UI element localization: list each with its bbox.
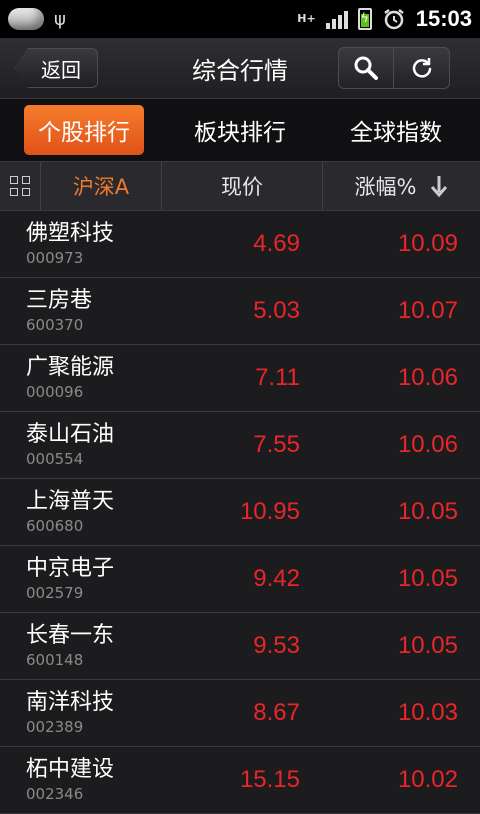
usb-icon: ψ [54, 8, 66, 30]
stock-price: 7.11 [255, 364, 300, 391]
title-bar: 返回 综合行情 [0, 38, 480, 99]
market-selector[interactable]: 沪深A [41, 162, 162, 210]
stock-code: 000554 [26, 450, 84, 468]
category-tabs: 个股排行 板块排行 全球指数 [0, 99, 480, 161]
stock-list: 佛塑科技 000973 4.69 10.09 三房巷 600370 5.03 10.… [0, 211, 480, 814]
search-icon [354, 56, 378, 80]
refresh-button[interactable] [394, 47, 450, 89]
status-clock: 15:03 [415, 6, 472, 31]
alarm-clock-icon [383, 9, 404, 30]
stock-price: 15.15 [239, 766, 300, 793]
search-button[interactable] [338, 47, 394, 89]
stock-code: 600148 [26, 651, 84, 669]
stock-price: 9.53 [253, 632, 300, 659]
stock-name: 上海普天 [26, 489, 115, 514]
stock-name: 南洋科技 [26, 690, 115, 715]
sort-down-arrow-icon [431, 176, 448, 198]
stock-code: 002579 [26, 584, 84, 602]
tab-stock-ranking[interactable]: 个股排行 [24, 105, 144, 155]
table-row[interactable]: 泰山石油 000554 7.55 10.06 [0, 412, 480, 479]
price-column-header[interactable]: 现价 [162, 162, 323, 210]
back-button[interactable]: 返回 [14, 48, 98, 88]
battery-charging-icon: ϟ [357, 8, 372, 30]
stock-name: 长春一东 [26, 623, 115, 648]
stock-price: 10.95 [239, 498, 300, 525]
stock-change: 10.09 [397, 230, 458, 257]
stock-price: 9.42 [253, 565, 300, 592]
network-type-label: H+ [297, 12, 316, 25]
table-row[interactable]: 长春一东 600148 9.53 10.05 [0, 613, 480, 680]
stock-change: 10.06 [397, 364, 458, 391]
stock-price: 8.67 [253, 699, 300, 726]
stock-code: 002389 [26, 718, 84, 736]
grid-icon [10, 176, 30, 196]
table-row[interactable]: 中京电子 002579 9.42 10.05 [0, 546, 480, 613]
stock-code: 002346 [26, 785, 84, 803]
stock-change: 10.03 [397, 699, 458, 726]
refresh-icon [412, 58, 431, 78]
stock-name: 三房巷 [26, 288, 93, 313]
table-row[interactable]: 广聚能源 000096 7.11 10.06 [0, 345, 480, 412]
stock-price: 5.03 [253, 297, 300, 324]
status-bar: ψ H+ ϟ 15:03 [0, 0, 480, 38]
stock-change: 10.05 [397, 632, 458, 659]
tab-sector-ranking[interactable]: 板块排行 [180, 105, 300, 155]
table-header: 沪深A 现价 涨幅% [0, 161, 480, 211]
table-row[interactable]: 柘中建设 002346 15.15 10.02 [0, 747, 480, 814]
stock-code: 600370 [26, 316, 84, 334]
stock-name: 中京电子 [26, 556, 115, 581]
grid-menu-button[interactable] [0, 162, 41, 210]
change-column-header[interactable]: 涨幅% [323, 162, 480, 210]
signal-strength-icon [325, 9, 348, 29]
stock-name: 泰山石油 [26, 422, 115, 447]
table-row[interactable]: 佛塑科技 000973 4.69 10.09 [0, 211, 480, 278]
stock-name: 广聚能源 [26, 355, 115, 380]
stock-name: 佛塑科技 [26, 221, 115, 246]
table-row[interactable]: 南洋科技 002389 8.67 10.03 [0, 680, 480, 747]
stock-price: 4.69 [253, 230, 300, 257]
stock-code: 000096 [26, 383, 84, 401]
table-row[interactable]: 三房巷 600370 5.03 10.07 [0, 278, 480, 345]
stock-name: 柘中建设 [26, 757, 115, 782]
stock-change: 10.07 [397, 297, 458, 324]
weather-cloud-icon [8, 8, 44, 30]
stock-change: 10.06 [397, 431, 458, 458]
toolbar-buttons [338, 47, 450, 89]
tab-global-index[interactable]: 全球指数 [336, 105, 456, 155]
table-row[interactable]: 上海普天 600680 10.95 10.05 [0, 479, 480, 546]
stock-price: 7.55 [253, 431, 300, 458]
stock-change: 10.05 [397, 565, 458, 592]
stock-change: 10.05 [397, 498, 458, 525]
stock-code: 000973 [26, 249, 84, 267]
change-column-label: 涨幅% [354, 175, 417, 199]
stock-change: 10.02 [397, 766, 458, 793]
stock-code: 600680 [26, 517, 84, 535]
